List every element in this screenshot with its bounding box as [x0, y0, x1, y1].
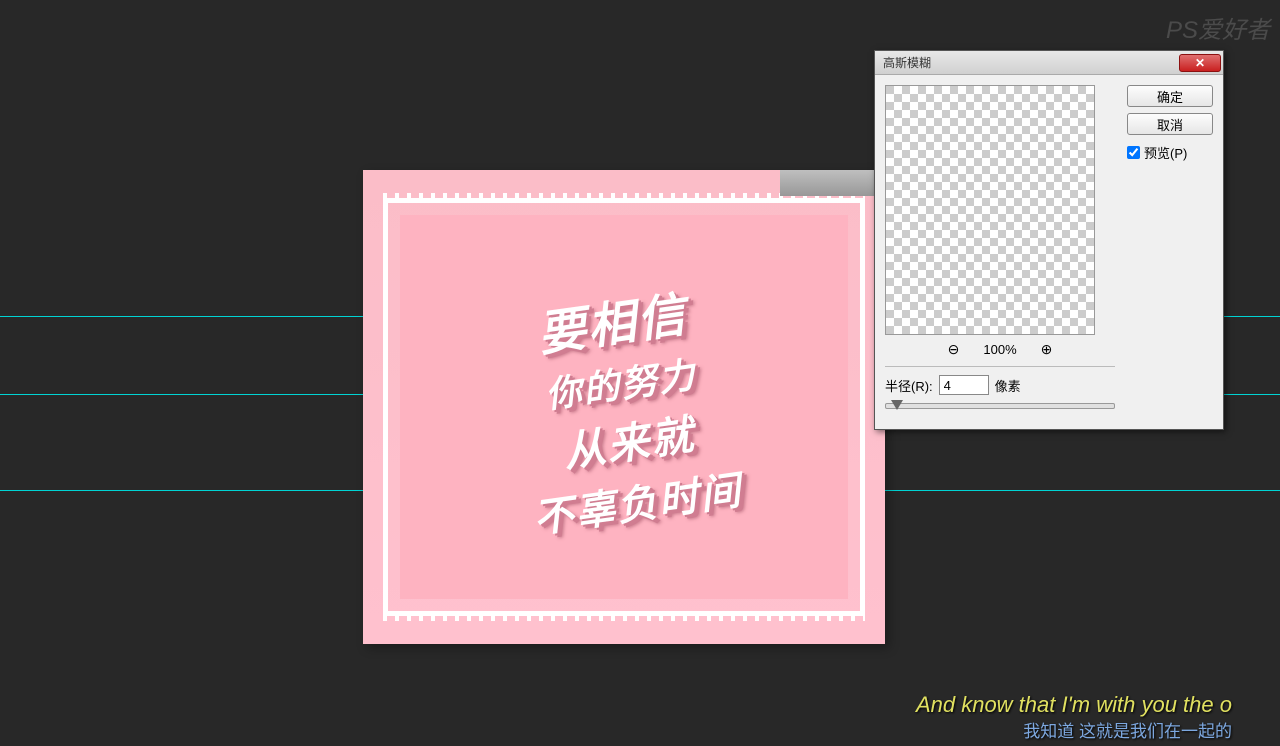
- divider: [885, 366, 1115, 367]
- canvas-overlay-tab: [780, 170, 885, 196]
- preview-checkbox-row[interactable]: 预览(P): [1127, 143, 1213, 162]
- filter-preview[interactable]: [885, 85, 1095, 335]
- watermark-text: PS爱好者: [1166, 10, 1270, 45]
- dialog-right-column: 确定 取消 预览(P): [1127, 85, 1213, 419]
- ok-button[interactable]: 确定: [1127, 85, 1213, 107]
- document-canvas[interactable]: 要相信 你的努力 从来就 不辜负时间: [363, 170, 885, 644]
- dialog-titlebar[interactable]: 高斯模糊 ✕: [875, 51, 1223, 75]
- radius-input[interactable]: [939, 375, 989, 395]
- zoom-level: 100%: [983, 342, 1016, 357]
- radius-unit: 像素: [995, 376, 1021, 395]
- dialog-left-column: ⊖ 100% ⊕ 半径(R): 像素: [885, 85, 1115, 419]
- dialog-body: ⊖ 100% ⊕ 半径(R): 像素 确定 取消 预览(P): [875, 75, 1223, 429]
- text-line-4: 不辜负时间: [529, 457, 745, 544]
- radius-row: 半径(R): 像素: [885, 375, 1115, 395]
- close-button[interactable]: ✕: [1179, 54, 1221, 72]
- radius-slider[interactable]: [885, 403, 1115, 409]
- subtitle-line-2: 我知道 这就是我们在一起的: [1023, 717, 1232, 742]
- close-icon: ✕: [1195, 56, 1205, 70]
- canvas-3d-text: 要相信 你的努力 从来就 不辜负时间: [333, 136, 916, 678]
- zoom-out-icon[interactable]: ⊖: [948, 341, 960, 358]
- zoom-in-icon[interactable]: ⊕: [1041, 341, 1053, 358]
- gaussian-blur-dialog: 高斯模糊 ✕ ⊖ 100% ⊕ 半径(R): 像素 确定 取消: [874, 50, 1224, 430]
- slider-thumb[interactable]: [891, 400, 903, 410]
- preview-checkbox-label: 预览(P): [1144, 143, 1187, 162]
- cancel-button[interactable]: 取消: [1127, 113, 1213, 135]
- dialog-title: 高斯模糊: [883, 54, 931, 71]
- preview-checkbox[interactable]: [1127, 146, 1140, 159]
- radius-label: 半径(R):: [885, 376, 933, 395]
- subtitle-line-1: And know that I'm with you the o: [916, 692, 1232, 718]
- zoom-controls: ⊖ 100% ⊕: [885, 341, 1115, 358]
